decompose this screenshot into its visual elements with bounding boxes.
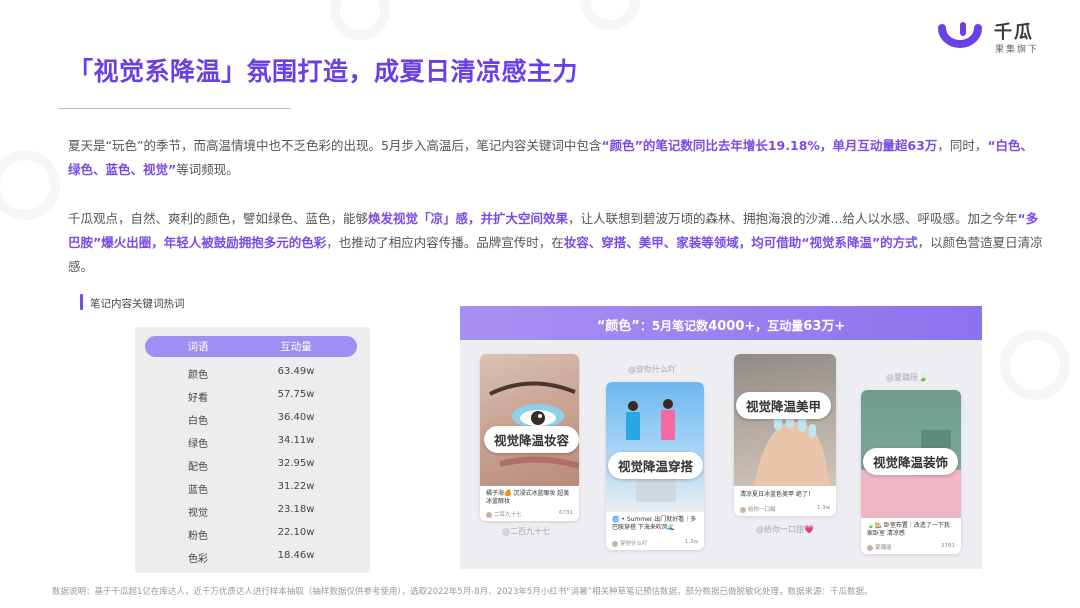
table-row: 视觉 23.18w <box>145 499 357 522</box>
text: 千瓜观点，自然、爽利的颜色，譬如绿色、蓝色，能够 <box>68 211 369 226</box>
eye-makeup-illustration <box>489 381 579 469</box>
note-card-nails[interactable]: 视觉降温美甲 清凉夏日冰蓝色美甲 绝了！ 给你一口甜 1.3w <box>734 354 836 516</box>
watermark-ring <box>1000 330 1070 400</box>
nails-photo <box>734 354 836 486</box>
column-header-engagement: 互动量 <box>280 341 312 353</box>
table-row: 白色 36.40w <box>145 407 357 430</box>
panel-header-text: ：5月笔记数 <box>639 319 709 333</box>
engagement-cell: 57.75w <box>277 389 315 400</box>
card-author: 二百九十七 <box>486 510 522 518</box>
author-handle: @穿你什么吖 <box>628 365 676 374</box>
card-likes: 1.3w <box>816 505 830 511</box>
intro-paragraph: 夏天是“玩色”的季节，而高温情境中也不乏色彩的出现。5月步入高温后，笔记内容关键… <box>68 134 1043 182</box>
card-caption: 橘子海🍊 沉浸式冰蓝眼妆 超美 冰蓝眼妆 <box>486 490 570 505</box>
nails-illustration <box>754 412 830 486</box>
text: 夏天是“玩色”的季节，而高温情境中也不乏色彩的出现。5月步入高温后，笔记内容关键… <box>68 138 602 153</box>
avatar <box>612 540 618 547</box>
avatar <box>867 544 873 551</box>
keyword-cell: 好看 <box>188 393 208 404</box>
author-name: 二百九十七 <box>494 512 522 518</box>
panel-header-keyword: “颜色” <box>596 319 640 334</box>
keyword-cell: 绿色 <box>188 439 208 450</box>
card-caption: 🍃🏡 卧室布置｜改造了一下我家卧室 清凉感 <box>867 522 950 537</box>
panel-header-text: ，互动量 <box>755 319 804 333</box>
highlight-text: “颜色”的笔记数同比去年增长19.18%，单月互动量超63万 <box>601 138 938 153</box>
author-name: 给你一口甜 <box>748 507 776 513</box>
keyword-cell: 配色 <box>188 462 208 473</box>
keyword-cell: 粉色 <box>188 531 208 542</box>
engagement-cell: 36.40w <box>277 412 315 423</box>
note-card-outfit[interactable]: 视觉降温穿搭 🌀 • Summer 出门就好看｜多巴胺穿搭 下海来吹风🌊 穿你什… <box>606 382 704 550</box>
table-row: 色彩 18.46w <box>145 545 357 568</box>
makeup-photo <box>480 354 579 486</box>
table-row: 蓝色 31.22w <box>145 476 357 499</box>
card-caption: 清凉夏日冰蓝色美甲 绝了！ <box>740 491 814 498</box>
title-divider <box>58 108 290 109</box>
avatar <box>740 506 746 513</box>
keyword-cell: 蓝色 <box>188 485 208 496</box>
card-tag: 视觉降温装饰 <box>863 448 959 475</box>
table-row: 配色 32.95w <box>145 453 357 476</box>
qiangua-logo-icon <box>938 22 982 48</box>
panel-header-notes: 4000+ <box>708 319 756 334</box>
engagement-cell: 18.46w <box>277 550 315 561</box>
author-name: 穿你什么吖 <box>620 541 648 547</box>
card-author: 给你一口甜 <box>740 505 776 513</box>
card-likes: 1.3w <box>684 539 698 545</box>
text: 等词频现。 <box>176 162 239 177</box>
keyword-section-title: 笔记内容关键词热词 <box>80 294 185 311</box>
card-likes: 2791 <box>941 543 955 549</box>
keyword-cell: 颜色 <box>188 370 208 381</box>
keyword-table: 词语 互动量 颜色 63.49w 好看 57.75w 白色 36.40w 绿色 34.1… <box>135 327 370 573</box>
card-tag: 视觉降温穿搭 <box>608 452 704 479</box>
brand-logo: 千瓜 果集旗下 <box>938 18 1058 58</box>
brand-name: 千瓜 <box>994 22 1034 43</box>
outfit-illustration <box>626 399 676 502</box>
card-likes: 6731 <box>559 510 573 516</box>
author-handle: @夏璐瑶🍃 <box>886 373 928 382</box>
watermark-ring <box>580 0 640 30</box>
text: ，也推动了相应内容传播。品牌宣传时，在 <box>326 235 564 250</box>
brand-subtitle: 果集旗下 <box>995 45 1040 55</box>
engagement-cell: 34.11w <box>277 435 315 446</box>
note-card-decor[interactable]: 视觉降温装饰 🍃🏡 卧室布置｜改造了一下我家卧室 清凉感 夏璐瑶 2791 <box>861 390 961 554</box>
table-row: 绿色 34.11w <box>145 430 357 453</box>
card-author: 夏璐瑶 <box>867 543 892 551</box>
data-source-note: 数据说明：基于千瓜超1亿在库达人，近千万优质达人进行样本抽取（抽样数据仅供参考使… <box>52 587 873 597</box>
table-header: 词语 互动量 <box>145 336 357 357</box>
column-header-word: 词语 <box>187 341 209 353</box>
highlight-text: 妆容、穿搭、美甲、家装等领域，均可借助“视觉系降温”的方式 <box>563 235 918 250</box>
avatar <box>486 511 492 518</box>
engagement-cell: 23.18w <box>277 504 315 515</box>
engagement-cell: 63.49w <box>277 366 315 377</box>
note-card-makeup[interactable]: 视觉降温妆容 橘子海🍊 沉浸式冰蓝眼妆 超美 冰蓝眼妆 二百九十七 6731 <box>480 354 579 521</box>
watermark-ring <box>0 150 60 220</box>
text: ，让人联想到碧波万顷的森林、拥抱海浪的沙滩...给人以水感、呼吸感。加之今年 <box>568 211 1018 226</box>
text: ，同时， <box>937 138 988 153</box>
watermark-ring <box>330 0 390 40</box>
highlight-text: 焕发视觉「凉」感，并扩大空间效果 <box>368 211 569 226</box>
outfit-photo <box>606 382 704 512</box>
table-row: 粉色 22.10w <box>145 522 357 545</box>
author-handle: @二百九十七 <box>502 527 550 536</box>
insight-paragraph: 千瓜观点，自然、爽利的颜色，譬如绿色、蓝色，能够焕发视觉「凉」感，并扩大空间效果… <box>68 207 1043 279</box>
author-name: 夏璐瑶 <box>875 545 892 551</box>
card-author: 穿你什么吖 <box>612 539 648 547</box>
table-row: 好看 57.75w <box>145 384 357 407</box>
keyword-cell: 白色 <box>188 416 208 427</box>
card-tag: 视觉降温妆容 <box>484 426 579 453</box>
page-title: 「视觉系降温」氛围打造，成夏日清凉感主力 <box>68 57 579 86</box>
keyword-cell: 色彩 <box>188 554 208 565</box>
engagement-cell: 32.95w <box>277 458 315 469</box>
engagement-cell: 31.22w <box>277 481 315 492</box>
engagement-cell: 22.10w <box>277 527 315 538</box>
table-row: 颜色 63.49w <box>145 361 357 384</box>
panel-header-engagement: 63万+ <box>803 319 846 334</box>
color-notes-panel: “颜色”：5月笔记数4000+，互动量63万+ 视觉降温妆容 橘子海🍊 沉浸式冰… <box>460 306 982 569</box>
author-handle: @给你一口甜💗 <box>756 525 814 534</box>
card-caption: 🌀 • Summer 出门就好看｜多巴胺穿搭 下海来吹风🌊 <box>612 516 697 531</box>
keyword-cell: 视觉 <box>188 508 208 519</box>
card-tag: 视觉降温美甲 <box>736 392 832 419</box>
panel-header: “颜色”：5月笔记数4000+，互动量63万+ <box>460 306 982 340</box>
